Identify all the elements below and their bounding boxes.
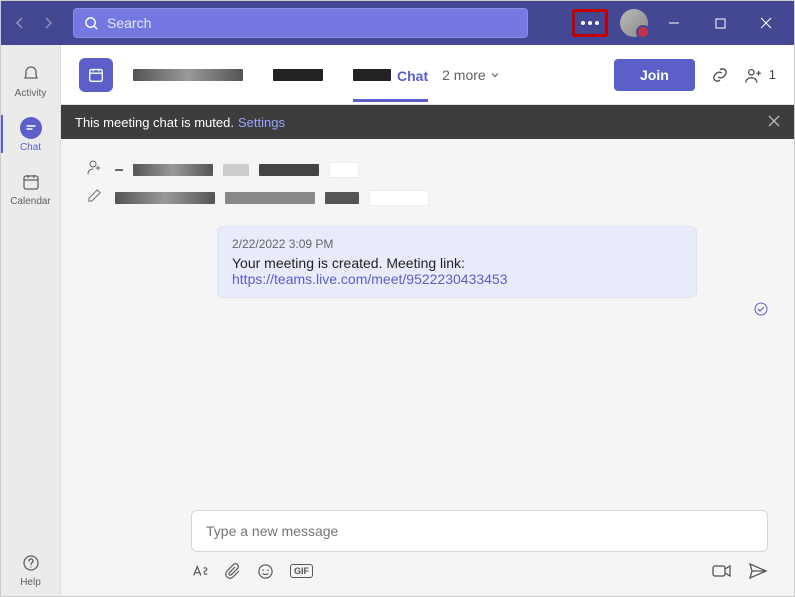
rail-activity-label: Activity [15,88,47,99]
compose-input[interactable] [206,523,753,539]
search-box[interactable] [73,8,528,38]
rail-activity[interactable]: Activity [1,53,61,107]
copy-link-button[interactable] [711,66,729,84]
rail-calendar-label: Calendar [10,196,51,207]
tab-chat[interactable]: Chat [353,68,428,100]
person-add-icon [87,159,105,180]
more-tabs[interactable]: 2 more [442,67,500,83]
participants-button[interactable]: 1 [745,66,776,84]
window-minimize[interactable] [654,1,694,45]
system-row-added [87,159,768,180]
banner-settings-link[interactable]: Settings [238,115,285,130]
window-maximize[interactable] [700,1,740,45]
settings-more-highlight [572,9,608,37]
emoji-button[interactable] [257,563,274,580]
banner-close[interactable] [768,115,780,130]
sent-indicator-icon [754,302,768,321]
rail-chat[interactable]: Chat [1,107,61,161]
profile-avatar[interactable] [620,9,648,37]
more-options-button[interactable] [581,21,599,25]
rail-calendar[interactable]: Calendar [1,161,61,215]
muted-banner: This meeting chat is muted. Settings [61,105,794,139]
message-body: Your meeting is created. Meeting link: [232,255,682,271]
window-close[interactable] [746,1,786,45]
attach-button[interactable] [225,563,241,579]
composer: GIF [61,498,794,596]
rail-help-label: Help [20,577,41,588]
message-bubble[interactable]: 2/22/2022 3:09 PM Your meeting is create… [217,226,697,298]
banner-text: This meeting chat is muted. [75,115,234,130]
gif-button[interactable]: GIF [290,564,313,578]
meeting-link[interactable]: https://teams.live.com/meet/952223043345… [232,271,682,287]
rail-help[interactable]: Help [1,542,61,596]
nav-back[interactable] [9,12,31,34]
compose-box[interactable] [191,510,768,552]
title-bar [1,1,794,45]
chat-header: Chat 2 more Join 1 [61,45,794,105]
format-button[interactable] [191,563,209,579]
send-button[interactable] [748,562,768,580]
message-item: 2/22/2022 3:09 PM Your meeting is create… [217,226,768,298]
search-icon [84,16,99,31]
message-list: 2/22/2022 3:09 PM Your meeting is create… [61,139,794,498]
tab-1[interactable] [133,68,243,100]
meet-now-button[interactable] [712,562,732,580]
search-input[interactable] [107,15,517,31]
nav-forward[interactable] [37,12,59,34]
meeting-icon [79,58,113,92]
app-rail: Activity Chat Calendar Help [1,45,61,596]
edit-icon [87,188,105,208]
rail-chat-label: Chat [20,142,41,153]
message-timestamp: 2/22/2022 3:09 PM [232,237,682,251]
join-button[interactable]: Join [614,59,695,91]
tab-2[interactable] [273,68,323,100]
system-row-renamed [87,188,768,208]
